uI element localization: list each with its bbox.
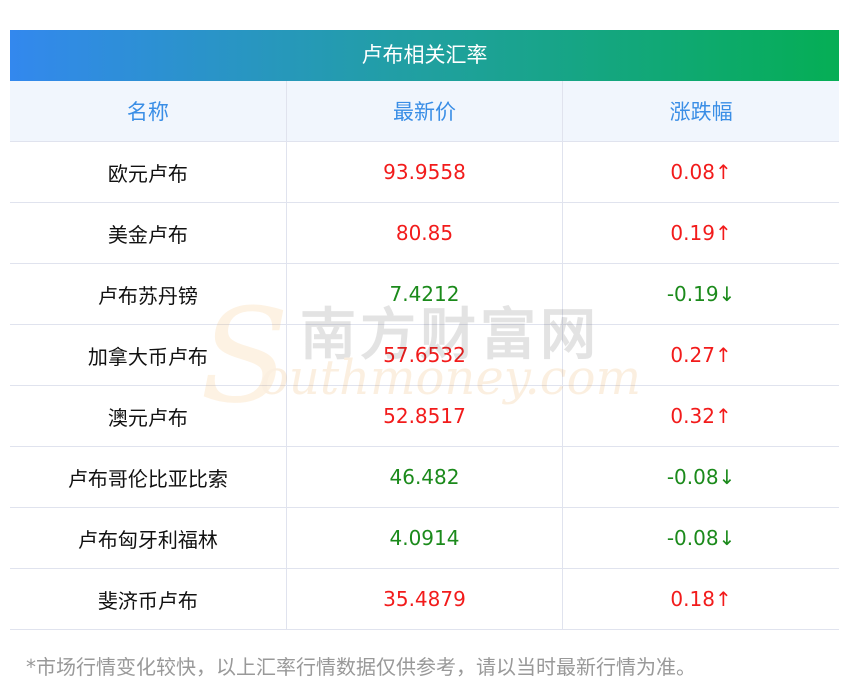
table-title: 卢布相关汇率 — [10, 30, 839, 81]
table-row: 加拿大币卢布 57.6532 0.27↑ — [10, 324, 839, 386]
table-row: 卢布哥伦比亚比索 46.482 -0.08↓ — [10, 446, 839, 508]
table-row: 美金卢布 80.85 0.19↑ — [10, 202, 839, 264]
change-percent: 0.32↑ — [562, 385, 839, 447]
table-row: 欧元卢布 93.9558 0.08↑ — [10, 141, 839, 203]
latest-price: 4.0914 — [286, 507, 564, 569]
table-row: 澳元卢布 52.8517 0.32↑ — [10, 385, 839, 447]
change-percent: 0.18↑ — [562, 568, 839, 630]
change-percent: -0.08↓ — [562, 507, 839, 569]
change-percent: 0.08↑ — [562, 141, 839, 203]
exchange-rate-table-card: 卢布相关汇率 名称 最新价 涨跌幅 欧元卢布 93.9558 0.08↑ 美金卢布… — [10, 30, 839, 630]
latest-price: 35.4879 — [286, 568, 564, 630]
latest-price: 7.4212 — [286, 263, 564, 325]
currency-pair-name: 卢布苏丹镑 — [10, 263, 287, 325]
change-percent: -0.08↓ — [562, 446, 839, 508]
table-row: 斐济币卢布 35.4879 0.18↑ — [10, 568, 839, 630]
column-header-name: 名称 — [10, 81, 287, 142]
currency-pair-name: 加拿大币卢布 — [10, 324, 287, 386]
exchange-rate-table: 名称 最新价 涨跌幅 欧元卢布 93.9558 0.08↑ 美金卢布 80.85 … — [10, 81, 839, 630]
latest-price: 57.6532 — [286, 324, 564, 386]
change-percent: 0.19↑ — [562, 202, 839, 264]
table-header-row: 名称 最新价 涨跌幅 — [10, 81, 839, 142]
disclaimer-footnote: *市场行情变化较快，以上汇率行情数据仅供参考，请以当时最新行情为准。 — [26, 655, 696, 679]
table-row: 卢布匈牙利福林 4.0914 -0.08↓ — [10, 507, 839, 569]
latest-price: 80.85 — [286, 202, 564, 264]
currency-pair-name: 欧元卢布 — [10, 141, 287, 203]
table-row: 卢布苏丹镑 7.4212 -0.19↓ — [10, 263, 839, 325]
latest-price: 93.9558 — [286, 141, 564, 203]
currency-pair-name: 卢布匈牙利福林 — [10, 507, 287, 569]
currency-pair-name: 美金卢布 — [10, 202, 287, 264]
currency-pair-name: 斐济币卢布 — [10, 568, 287, 630]
latest-price: 52.8517 — [286, 385, 564, 447]
column-header-price: 最新价 — [286, 81, 564, 142]
change-percent: 0.27↑ — [562, 324, 839, 386]
currency-pair-name: 卢布哥伦比亚比索 — [10, 446, 287, 508]
column-header-change: 涨跌幅 — [562, 81, 839, 142]
currency-pair-name: 澳元卢布 — [10, 385, 287, 447]
latest-price: 46.482 — [286, 446, 564, 508]
change-percent: -0.19↓ — [562, 263, 839, 325]
